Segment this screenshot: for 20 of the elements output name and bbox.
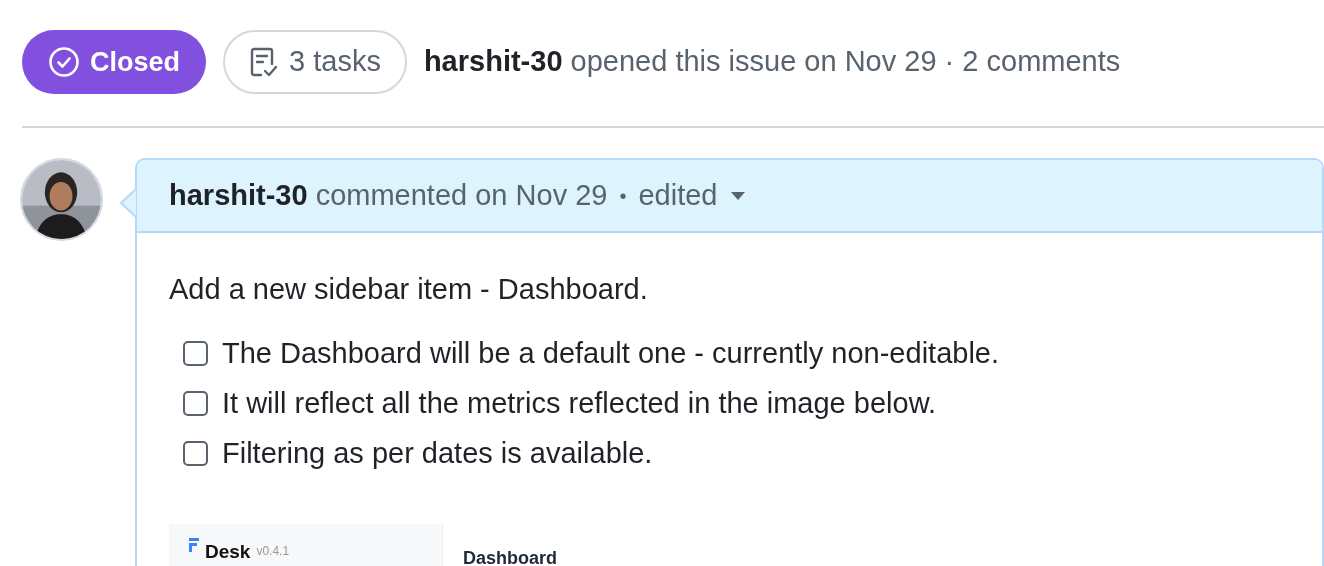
task-checkbox[interactable] bbox=[183, 340, 208, 366]
task-list-icon bbox=[249, 46, 280, 78]
comment-text: Add a new sidebar item - Dashboard. bbox=[169, 272, 649, 307]
separator-dot: • bbox=[619, 183, 627, 209]
task-label: Filtering as per dates is available. bbox=[222, 436, 653, 471]
app-name: Desk bbox=[205, 540, 251, 564]
logo-icon bbox=[189, 538, 199, 552]
status-badge: Closed bbox=[22, 30, 207, 94]
task-label: It will reflect all the metrics reflected in the image below. bbox=[222, 386, 937, 421]
task-checkbox[interactable] bbox=[183, 440, 208, 466]
edited-dropdown[interactable]: edited bbox=[638, 173, 746, 218]
caret-icon bbox=[731, 191, 746, 200]
check-circle-icon bbox=[48, 46, 80, 78]
app-version: v0.4.1 bbox=[256, 543, 290, 560]
task-checkbox[interactable] bbox=[183, 390, 208, 416]
task-label: The Dashboard will be a default one - currently non-editable. bbox=[222, 336, 999, 371]
comment-meta: harshit-30 commented on Nov 29 bbox=[169, 177, 608, 213]
issue-meta: harshit-30 opened this issue on Nov 29 · 2 comments bbox=[423, 44, 1121, 80]
tasks-button[interactable]: 3 tasks bbox=[223, 30, 407, 94]
page-title: Dashboard bbox=[463, 548, 558, 566]
